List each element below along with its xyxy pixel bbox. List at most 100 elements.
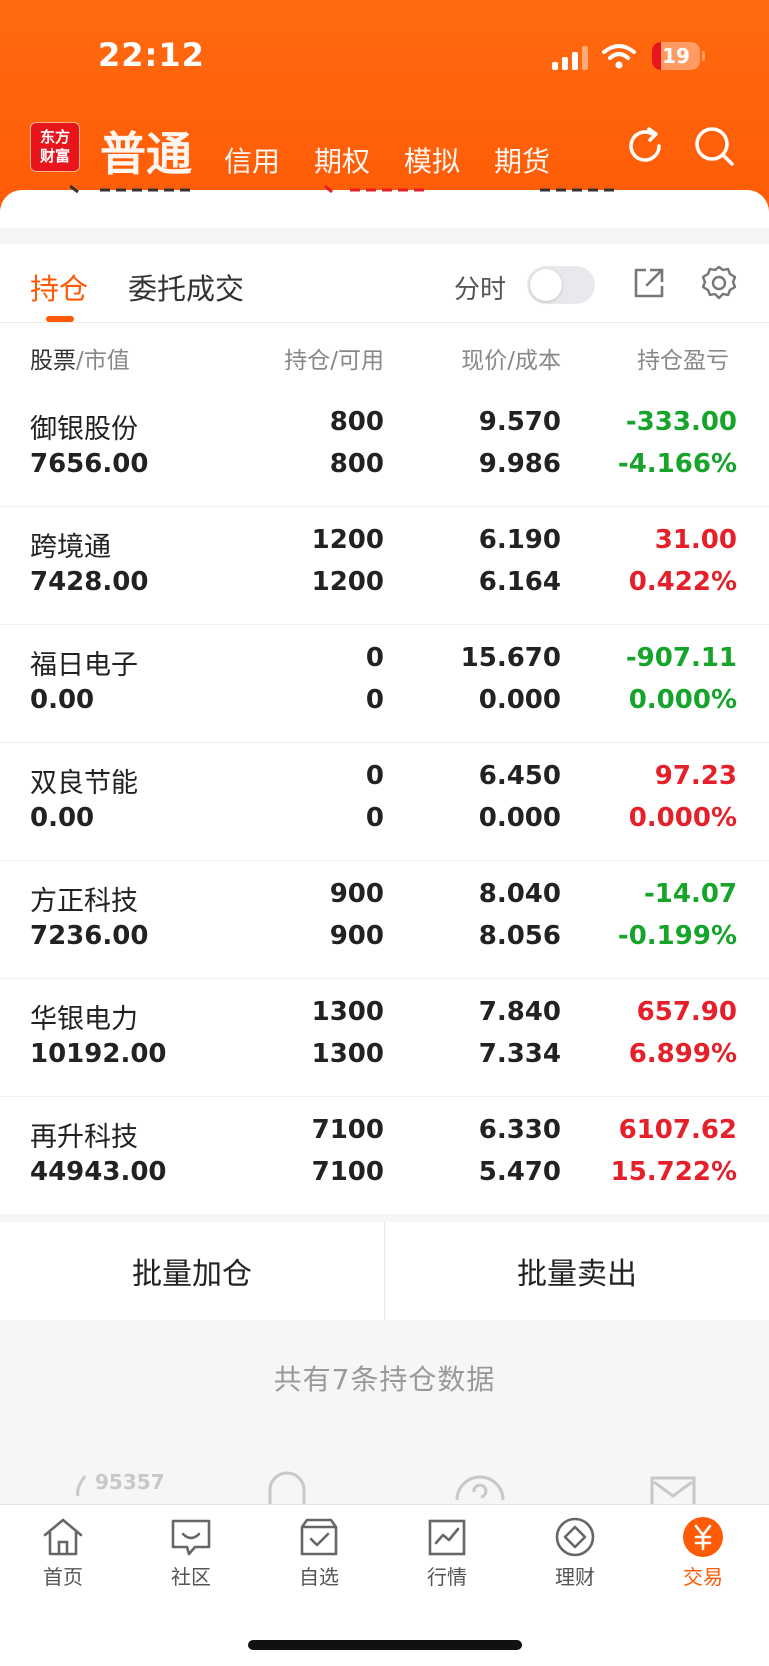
headset-icon xyxy=(268,1471,306,1504)
table-row[interactable]: 再升科技 44943.00 7100 7100 6.330 5.470 6107… xyxy=(0,1097,769,1214)
pnl-amount: 97.23 xyxy=(654,761,737,791)
positions-table-header: 股票/市值 持仓/可用 现价/成本 持仓盈亏 xyxy=(0,323,769,389)
tab-normal[interactable]: 普通 xyxy=(100,118,192,184)
header-stock-mv[interactable]: 股票/市值 xyxy=(30,341,130,375)
positions-list: 御银股份 7656.00 800 800 9.570 9.986 -333.00… xyxy=(0,389,769,1214)
pnl-percent: 0.000% xyxy=(628,685,737,715)
stock-name: 御银股份 xyxy=(30,414,138,445)
search-icon[interactable] xyxy=(692,124,736,168)
pnl-amount: -907.11 xyxy=(625,643,737,673)
gear-icon[interactable] xyxy=(700,264,738,302)
stock-name: 方正科技 xyxy=(30,886,138,917)
tab-options[interactable]: 期权 xyxy=(314,140,370,184)
header-price: 现价 xyxy=(461,348,508,374)
service-drop-icon xyxy=(76,1475,87,1497)
batch-actions: 批量加仓 批量卖出 xyxy=(0,1222,769,1320)
market-value: 0.00 xyxy=(30,803,95,833)
header-stock: 股票 xyxy=(30,348,76,374)
current-price: 6.450 xyxy=(478,761,561,791)
table-row[interactable]: 福日电子 0.00 0 0 15.670 0.000 -907.11 0.000… xyxy=(0,625,769,743)
header-cost: 成本 xyxy=(515,348,561,374)
header-hold: 持仓 xyxy=(284,348,331,374)
cost-price: 7.334 xyxy=(478,1039,561,1069)
hold-qty: 7100 xyxy=(311,1115,384,1145)
nav-home[interactable]: 首页 xyxy=(13,1515,113,1590)
current-price: 9.570 xyxy=(478,407,561,437)
nav-watchlist[interactable]: 自选 xyxy=(269,1515,369,1590)
scrolled-summary-remnant xyxy=(70,184,620,194)
header-pnl[interactable]: 持仓盈亏 xyxy=(637,341,737,375)
current-price: 7.840 xyxy=(478,997,561,1027)
avail-qty: 7100 xyxy=(311,1157,384,1187)
cost-price: 6.164 xyxy=(478,567,561,597)
nav-label: 自选 xyxy=(299,1565,339,1589)
refresh-icon[interactable] xyxy=(623,124,667,168)
message-icon xyxy=(650,1476,696,1504)
header-avail: 可用 xyxy=(338,348,384,374)
wifi-icon xyxy=(602,44,636,69)
nav-market[interactable]: 行情 xyxy=(397,1515,497,1590)
battery-icon: 19 xyxy=(652,42,700,70)
market-value: 7236.00 xyxy=(30,921,149,951)
table-row[interactable]: 双良节能 0.00 0 0 6.450 0.000 97.23 0.000% xyxy=(0,743,769,861)
tab-credit[interactable]: 信用 xyxy=(224,140,280,184)
header-hold-avail[interactable]: 持仓/可用 xyxy=(284,341,384,375)
pnl-percent: 0.000% xyxy=(628,803,737,833)
batch-add-button[interactable]: 批量加仓 xyxy=(0,1222,384,1320)
header-mv: 市值 xyxy=(83,348,130,374)
header-price-cost[interactable]: 现价/成本 xyxy=(461,341,561,375)
market-value: 7656.00 xyxy=(30,449,149,479)
cost-price: 5.470 xyxy=(478,1157,561,1187)
watchlist-icon xyxy=(300,1518,338,1556)
tab-orders-trades[interactable]: 委托成交 xyxy=(128,266,244,308)
market-value: 7428.00 xyxy=(30,567,149,597)
header-pnl-label: 持仓盈亏 xyxy=(637,348,729,374)
avail-qty: 800 xyxy=(329,449,384,479)
hold-qty: 900 xyxy=(329,879,384,909)
wealth-icon xyxy=(555,1517,595,1557)
pnl-percent: -4.166% xyxy=(617,449,737,479)
cost-price: 0.000 xyxy=(478,803,561,833)
nav-label: 行情 xyxy=(427,1565,467,1589)
stock-name: 华银电力 xyxy=(30,1004,138,1035)
nav-community[interactable]: 社区 xyxy=(141,1515,241,1590)
nav-wealth[interactable]: 理财 xyxy=(525,1515,625,1590)
positions-count: 共有7条持仓数据 xyxy=(273,1363,496,1396)
nav-label: 社区 xyxy=(171,1565,211,1589)
tab-simulated[interactable]: 模拟 xyxy=(404,140,460,184)
stock-name: 再升科技 xyxy=(30,1122,138,1153)
cost-price: 8.056 xyxy=(478,921,561,951)
table-row[interactable]: 方正科技 7236.00 900 900 8.040 8.056 -14.07 … xyxy=(0,861,769,979)
battery-level: 19 xyxy=(662,44,690,68)
trade-icon xyxy=(683,1517,723,1557)
stock-name: 福日电子 xyxy=(30,650,138,681)
hold-qty: 0 xyxy=(365,761,384,791)
tab-futures[interactable]: 期货 xyxy=(494,140,550,184)
nav-label: 首页 xyxy=(43,1565,83,1589)
market-value: 44943.00 xyxy=(30,1157,167,1187)
account-type-tabs: 普通 信用 期权 模拟 期货 xyxy=(100,118,584,184)
pnl-percent: 0.422% xyxy=(628,567,737,597)
toggle-knob xyxy=(530,269,562,301)
current-price: 6.190 xyxy=(478,525,561,555)
eastmoney-logo: 东方 财富 xyxy=(30,122,80,172)
table-row[interactable]: 华银电力 10192.00 1300 1300 7.840 7.334 657.… xyxy=(0,979,769,1097)
pnl-amount: -14.07 xyxy=(643,879,737,909)
nav-label: 交易 xyxy=(683,1565,723,1589)
status-time: 22:12 xyxy=(98,36,205,74)
market-value: 0.00 xyxy=(30,685,95,715)
nav-label: 理财 xyxy=(555,1565,595,1589)
position-subtabs: 持仓 委托成交 分时 xyxy=(0,244,769,323)
batch-sell-button[interactable]: 批量卖出 xyxy=(385,1222,769,1320)
battery-tip xyxy=(702,51,705,61)
tab-positions[interactable]: 持仓 xyxy=(30,266,88,308)
fenshi-label: 分时 xyxy=(454,275,507,305)
table-row[interactable]: 御银股份 7656.00 800 800 9.570 9.986 -333.00… xyxy=(0,389,769,507)
fenshi-toggle[interactable] xyxy=(527,266,595,304)
avail-qty: 1200 xyxy=(311,567,384,597)
share-icon[interactable] xyxy=(630,264,668,302)
nav-trade[interactable]: 交易 xyxy=(653,1515,753,1590)
pnl-amount: 6107.62 xyxy=(618,1115,737,1145)
cost-price: 9.986 xyxy=(478,449,561,479)
table-row[interactable]: 跨境通 7428.00 1200 1200 6.190 6.164 31.00 … xyxy=(0,507,769,625)
